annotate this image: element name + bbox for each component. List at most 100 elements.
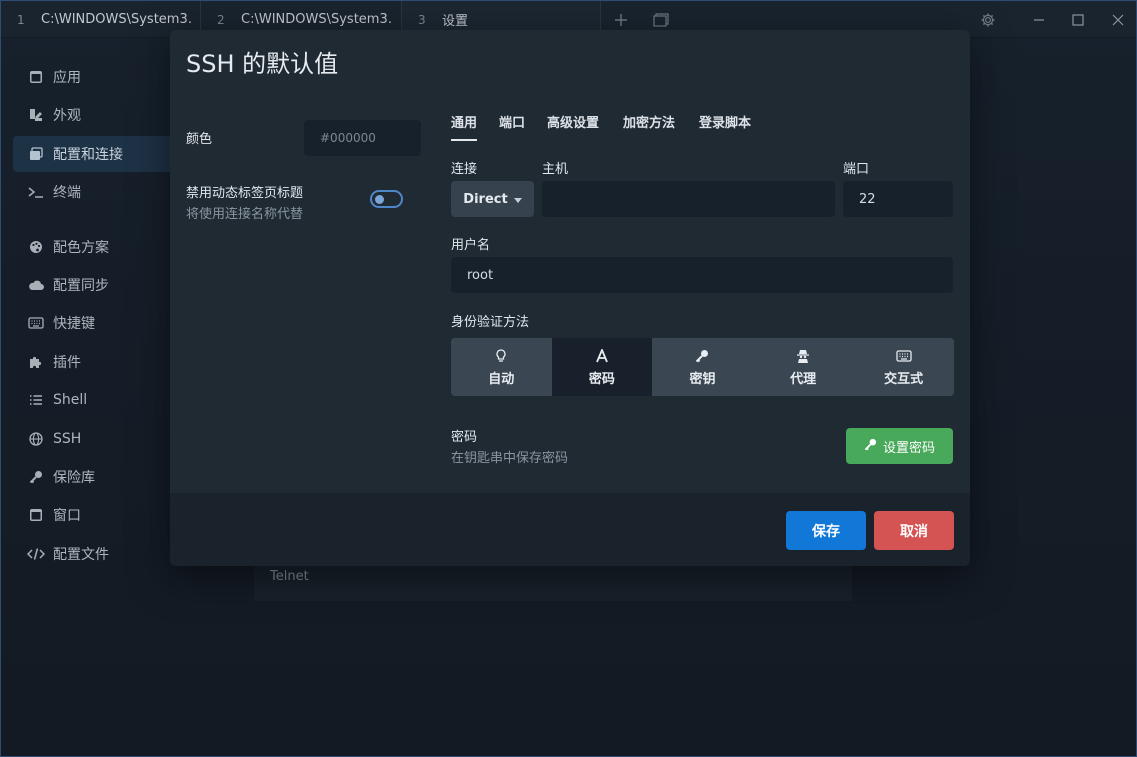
puzzle-icon (27, 353, 45, 371)
auth-password-label: 密码 (588, 371, 615, 387)
terminal-icon (27, 183, 45, 201)
key-icon (864, 438, 877, 455)
list-icon (27, 391, 45, 409)
connection-type-value: Direct (463, 191, 508, 207)
username-input[interactable]: root (451, 257, 953, 293)
host-label: 主机 (542, 162, 569, 177)
user-secret-icon (796, 348, 810, 364)
tab-general[interactable]: 通用 (451, 112, 478, 141)
username-value: root (467, 267, 494, 283)
auth-interactive-button[interactable]: 交互式 (853, 338, 954, 396)
sidebar-item-label: 外观 (53, 108, 81, 124)
tab-login-scripts[interactable]: 登录脚本 (699, 112, 751, 131)
tab-number: 2 (217, 12, 225, 27)
password-description: 在钥匙串中保存密码 (451, 451, 569, 466)
port-input[interactable]: 22 (843, 181, 953, 217)
sidebar-item-profiles[interactable]: 配置和连接 (13, 136, 183, 172)
sidebar-item-label: 配色方案 (53, 240, 109, 256)
sidebar-item-label: 应用 (53, 70, 81, 86)
sidebar-item-plugins[interactable]: 插件 (13, 344, 183, 380)
tab-number: 1 (17, 12, 25, 27)
chevron-down-icon (513, 192, 522, 207)
sidebar-item-label: Shell (53, 392, 88, 408)
font-a-icon (596, 348, 608, 364)
sidebar-item-label: 插件 (53, 355, 81, 371)
close-icon[interactable] (1106, 1, 1130, 38)
color-placeholder: #000000 (320, 131, 376, 145)
tab-advanced[interactable]: 高级设置 (547, 112, 599, 131)
color-label: 颜色 (186, 132, 213, 147)
maximize-icon[interactable] (1066, 1, 1090, 38)
tab-ciphers[interactable]: 加密方法 (623, 112, 675, 131)
sidebar-item-label: 终端 (53, 185, 81, 201)
window-icon (27, 506, 45, 524)
ssh-defaults-dialog: SSH 的默认值 颜色 #000000 禁用动态标签页标题 将使用连接名称代替 … (170, 30, 970, 566)
sidebar-item-config-sync[interactable]: 配置同步 (13, 267, 183, 303)
sidebar-item-label: 配置文件 (53, 547, 109, 563)
auth-password-button[interactable]: 密码 (551, 338, 653, 396)
port-value: 22 (859, 191, 876, 207)
host-input[interactable] (542, 181, 835, 217)
connection-type-dropdown[interactable]: Direct (451, 181, 534, 217)
save-button[interactable]: 保存 (786, 511, 866, 550)
profile-list-row[interactable]: Telnet (254, 561, 852, 601)
auth-method-label: 身份验证方法 (451, 315, 530, 330)
sidebar-item-label: 快捷键 (53, 316, 95, 332)
tab-label: 设置 (442, 14, 469, 29)
telnet-label: Telnet (270, 569, 309, 584)
palette-icon (27, 238, 45, 256)
auth-key-button[interactable]: 密钥 (652, 338, 753, 396)
tab-label: C:\WINDOWS\System3… (241, 12, 391, 27)
key-icon (695, 348, 709, 364)
app-window-icon (27, 68, 45, 86)
auth-auto-label: 自动 (488, 371, 515, 387)
dialog-title: SSH 的默认值 (186, 50, 339, 78)
minimize-icon[interactable] (1027, 1, 1051, 38)
globe-icon (27, 430, 45, 448)
auth-method-group: 自动 密码 密钥 代理 交互式 (451, 338, 954, 396)
sidebar-item-appearance[interactable]: 外观 (13, 97, 183, 133)
code-icon (27, 545, 45, 563)
disable-dynamic-title-description: 将使用连接名称代替 (186, 207, 304, 222)
username-label: 用户名 (451, 238, 491, 253)
auth-key-label: 密钥 (689, 371, 716, 387)
paint-icon (27, 106, 45, 124)
sidebar-item-ssh[interactable]: SSH (13, 421, 183, 457)
password-label: 密码 (451, 430, 478, 445)
color-input[interactable]: #000000 (304, 120, 421, 156)
set-password-button[interactable]: 设置密码 (846, 428, 953, 464)
cancel-button[interactable]: 取消 (874, 511, 954, 550)
tab-label: C:\WINDOWS\System3… (41, 12, 191, 27)
auth-interactive-label: 交互式 (884, 371, 924, 387)
tab-ports[interactable]: 端口 (499, 112, 525, 131)
sidebar-item-vault[interactable]: 保险库 (13, 459, 183, 495)
sidebar-item-label: SSH (53, 431, 82, 447)
sidebar-item-label: 窗口 (53, 508, 81, 524)
connection-label: 连接 (451, 162, 478, 177)
auth-auto-button[interactable]: 自动 (451, 338, 552, 396)
port-label: 端口 (843, 162, 870, 177)
auth-agent-label: 代理 (790, 371, 817, 387)
sidebar-item-hotkeys[interactable]: 快捷键 (13, 305, 183, 341)
app-window: 1 C:\WINDOWS\System3… 2 C:\WINDOWS\Syste… (0, 0, 1137, 757)
sidebar-item-shell[interactable]: Shell (13, 382, 183, 418)
lightbulb-icon (495, 348, 507, 364)
auth-agent-button[interactable]: 代理 (753, 338, 854, 396)
sidebar-item-app[interactable]: 应用 (13, 59, 183, 95)
cloud-icon (27, 276, 45, 294)
disable-dynamic-title-label: 禁用动态标签页标题 (186, 186, 304, 201)
keyboard-icon (27, 314, 45, 332)
sidebar-item-label: 保险库 (53, 470, 95, 486)
sidebar-item-window[interactable]: 窗口 (13, 497, 183, 533)
set-password-label: 设置密码 (882, 440, 935, 456)
keyboard-icon (896, 348, 912, 364)
tab-number: 3 (418, 12, 426, 27)
toggle-knob (375, 195, 384, 204)
sidebar-item-terminal[interactable]: 终端 (13, 174, 183, 210)
sidebar-item-color-schemes[interactable]: 配色方案 (13, 229, 183, 265)
sidebar-item-config-file[interactable]: 配置文件 (13, 536, 183, 572)
key-icon (27, 468, 45, 486)
disable-dynamic-title-toggle[interactable] (370, 190, 403, 208)
gear-icon[interactable] (976, 1, 1000, 38)
sidebar-item-label: 配置同步 (53, 278, 109, 294)
